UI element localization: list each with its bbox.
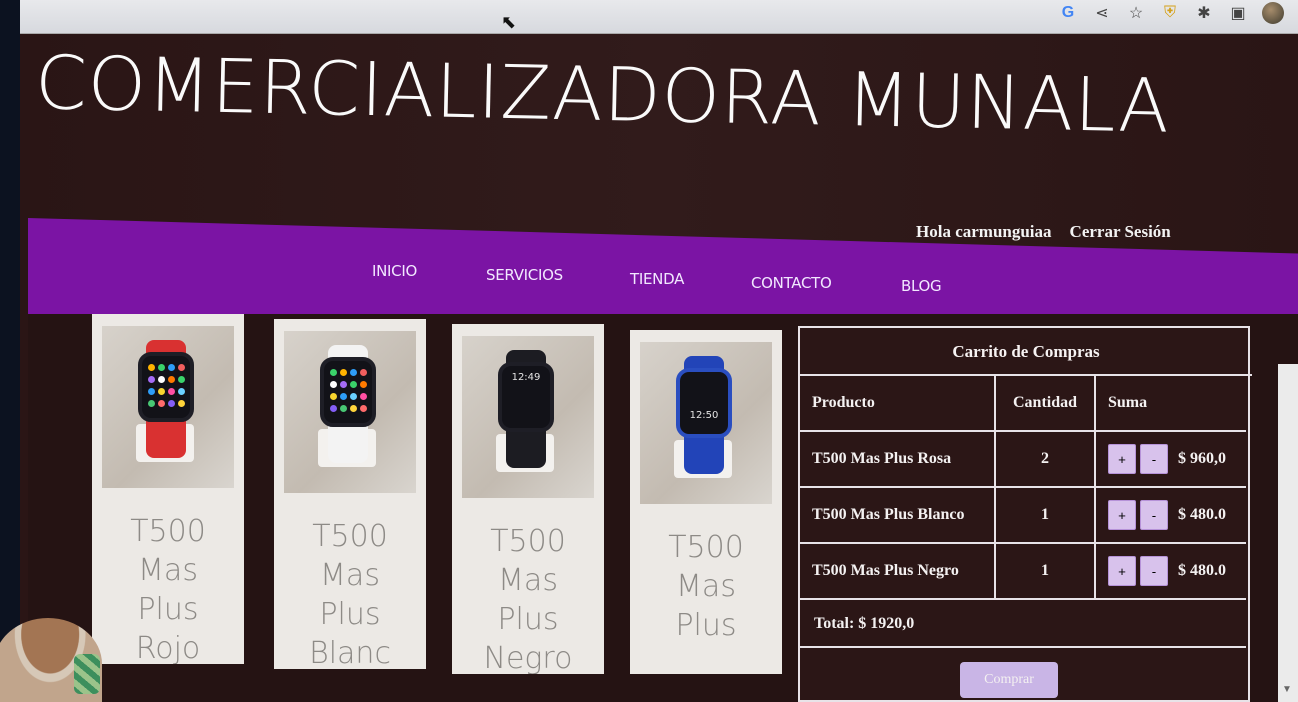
product-image: 12:50 [640, 342, 772, 504]
cart-quantity: 2 [996, 432, 1096, 486]
cart-sum: $ 480.0 [1178, 562, 1226, 579]
mug-pattern [74, 654, 100, 694]
watch-time: 12:50 [689, 410, 719, 421]
screenshot-screen: G ⋖ ☆ ⛨ ✱ ▣ ⬉ COMERCIALIZADORA MUNALA Ho… [0, 0, 1298, 702]
header-suma: Suma [1108, 394, 1148, 411]
decrease-quantity-button[interactable]: - [1140, 444, 1168, 474]
cart-row: T500 Mas Plus Rosa 2 + - $ 960,0 [800, 432, 1246, 488]
monitor-edge [0, 0, 20, 702]
logout-link[interactable]: Cerrar Sesión [1070, 222, 1171, 242]
web-page: COMERCIALIZADORA MUNALA Hola carmunguiaa… [20, 34, 1298, 702]
puzzle-extension-icon[interactable]: ✱ [1194, 3, 1214, 23]
browser-toolbar: G ⋖ ☆ ⛨ ✱ ▣ [20, 0, 1298, 34]
decrease-quantity-button[interactable]: - [1140, 500, 1168, 530]
nav-contacto[interactable]: CONTACTO [751, 274, 832, 292]
google-icon[interactable]: G [1058, 3, 1078, 23]
bookmark-star-icon[interactable]: ☆ [1126, 3, 1146, 23]
share-icon[interactable]: ⋖ [1092, 3, 1112, 23]
nav-tienda[interactable]: TIENDA [630, 270, 684, 288]
product-card-azul[interactable]: 12:50 T500 Mas Plus [630, 330, 782, 674]
mouse-cursor-icon: ⬉ [501, 12, 517, 32]
browser-icons: G ⋖ ☆ ⛨ ✱ ▣ [1058, 2, 1284, 24]
nav-blog[interactable]: BLOG [901, 277, 942, 295]
smartwatch-icon: 12:49 [498, 362, 554, 432]
scroll-down-icon[interactable]: ▼ [1282, 684, 1292, 695]
nav-inicio[interactable]: INICIO [372, 262, 417, 280]
cart-row: T500 Mas Plus Negro 1 + - $ 480.0 [800, 544, 1246, 600]
cart-title: Carrito de Compras [800, 328, 1252, 376]
shield-extension-icon[interactable]: ⛨ [1160, 3, 1180, 23]
cart-sum-cell: + - $ 480.0 [1096, 488, 1246, 542]
smartwatch-icon: 12:50 [676, 368, 732, 438]
user-bar: Hola carmunguiaa Cerrar Sesión [916, 222, 1171, 242]
decrease-quantity-button[interactable]: - [1140, 556, 1168, 586]
cart-sum-cell: + - $ 960,0 [1096, 432, 1246, 486]
product-name[interactable]: T500 Mas Plus Negro [452, 522, 604, 674]
product-name[interactable]: T500 Mas Plus Rojo [92, 512, 244, 664]
watch-time: 12:49 [511, 372, 541, 383]
product-image [284, 331, 416, 493]
buy-button[interactable]: Comprar [960, 662, 1058, 698]
page-scrollbar[interactable] [1278, 364, 1298, 702]
cart-total: Total: $ 1920,0 [800, 600, 1246, 648]
cart-product: T500 Mas Plus Blanco [800, 488, 996, 542]
header-cantidad: Cantidad [996, 376, 1096, 430]
site-title: COMERCIALIZADORA MUNALA [34, 40, 1171, 150]
product-name[interactable]: T500 Mas Plus Blanc [274, 517, 426, 669]
cart-row: T500 Mas Plus Blanco 1 + - $ 480.0 [800, 488, 1246, 544]
cart-sum: $ 960,0 [1178, 450, 1226, 467]
product-card-negro[interactable]: 12:49 T500 Mas Plus Negro [452, 324, 604, 674]
product-name[interactable]: T500 Mas Plus [630, 528, 782, 645]
increase-quantity-button[interactable]: + [1108, 444, 1136, 474]
cart-quantity: 1 [996, 544, 1096, 598]
increase-quantity-button[interactable]: + [1108, 500, 1136, 530]
user-greeting: Hola carmunguiaa [916, 222, 1052, 241]
nav-servicios[interactable]: SERVICIOS [486, 266, 563, 284]
header-producto: Producto [800, 376, 996, 430]
cart-product: T500 Mas Plus Rosa [800, 432, 996, 486]
cart-sum: $ 480.0 [1178, 506, 1226, 523]
product-image: 12:49 [462, 336, 594, 498]
sidebar-icon[interactable]: ▣ [1228, 3, 1248, 23]
product-image [102, 326, 234, 488]
product-card-rojo[interactable]: T500 Mas Plus Rojo [92, 314, 244, 664]
product-card-blanco[interactable]: T500 Mas Plus Blanc [274, 319, 426, 669]
smartwatch-icon [138, 352, 194, 422]
shopping-cart: Carrito de Compras Producto Cantidad Sum… [798, 326, 1252, 702]
cart-product: T500 Mas Plus Negro [800, 544, 996, 598]
cart-header-row: Producto Cantidad Suma [800, 376, 1246, 432]
profile-avatar[interactable] [1262, 2, 1284, 24]
cart-sum-cell: + - $ 480.0 [1096, 544, 1246, 598]
cart-quantity: 1 [996, 488, 1096, 542]
increase-quantity-button[interactable]: + [1108, 556, 1136, 586]
smartwatch-icon [320, 357, 376, 427]
